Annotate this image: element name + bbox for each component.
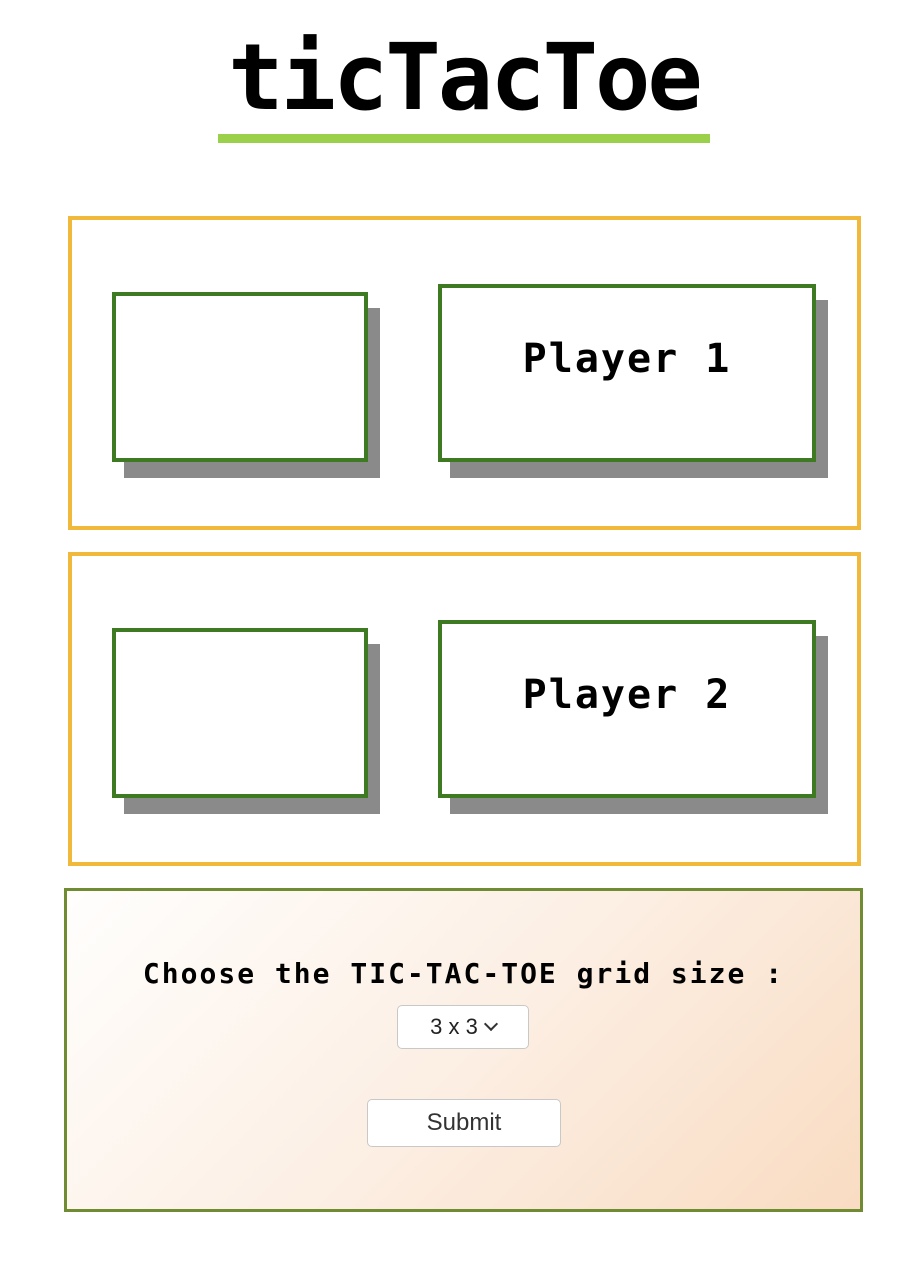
submit-button[interactable]: Submit: [367, 1099, 561, 1147]
player-2-name: Player 2: [522, 672, 732, 718]
player-1-name-box[interactable]: Player 1: [438, 284, 816, 462]
grid-size-prompt: Choose the TIC-TAC-TOE grid size :: [142, 957, 785, 990]
grid-size-selected-value: 3 x 3: [430, 1014, 478, 1039]
grid-size-panel: Choose the TIC-TAC-TOE grid size : 3 x 3…: [64, 888, 863, 1212]
title-underline: [218, 134, 710, 143]
player-2-name-box[interactable]: Player 2: [438, 620, 816, 798]
player-1-panel: Player 1: [68, 216, 861, 530]
grid-size-select[interactable]: 3 x 3: [397, 1005, 529, 1049]
app-title: ticTacToe: [228, 24, 703, 131]
player-2-marker-box[interactable]: [112, 628, 368, 798]
player-1-marker-box[interactable]: [112, 292, 368, 462]
player-2-panel: Player 2: [68, 552, 861, 866]
chevron-down-icon: [483, 1016, 498, 1032]
player-1-name: Player 1: [522, 336, 732, 382]
